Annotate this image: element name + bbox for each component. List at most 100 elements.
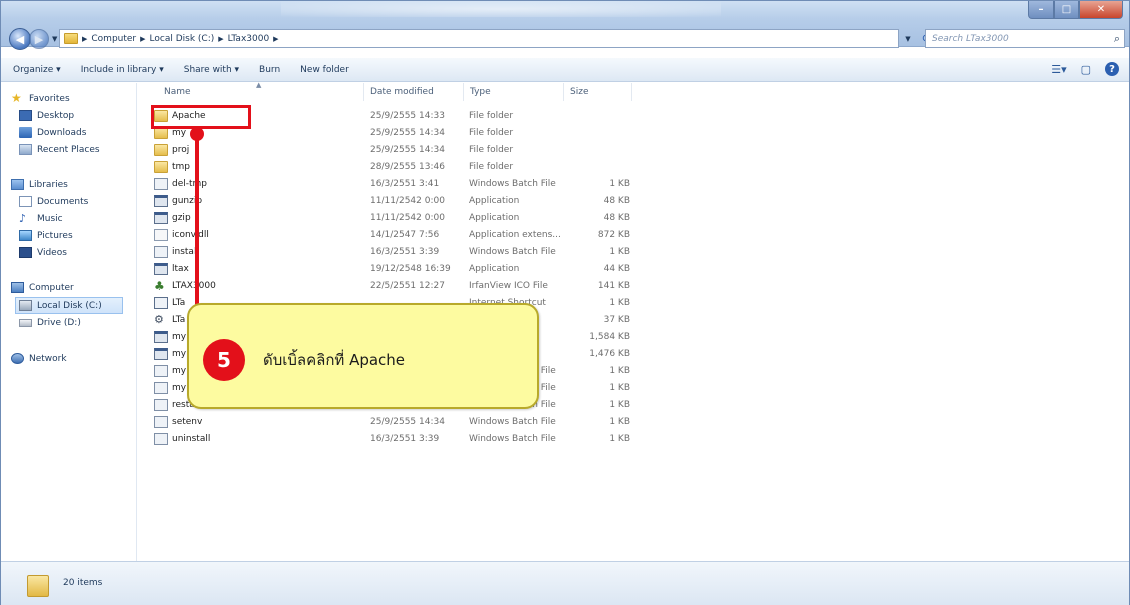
nav-label: Local Disk (C:) (37, 300, 102, 311)
nav-documents[interactable]: Documents (19, 196, 88, 207)
breadcrumb-separator-icon[interactable]: ▶ (218, 35, 223, 43)
file-name-cell[interactable]: gzip (154, 209, 191, 226)
status-bar: 20 items (1, 561, 1129, 605)
file-size-cell (568, 141, 630, 158)
nav-libraries[interactable]: Libraries (11, 179, 68, 190)
nav-network[interactable]: Network (11, 353, 67, 364)
file-size-cell: 1 KB (609, 416, 630, 427)
file-name-cell[interactable]: iconv.dll (154, 226, 209, 243)
column-header-type[interactable]: Type (464, 83, 564, 101)
column-header-name[interactable]: Name (158, 83, 364, 101)
file-size-cell (568, 158, 630, 175)
file-row[interactable]: setenv 25/9/2555 14:34 Windows Batch File 1… (138, 413, 638, 430)
breadcrumb-computer[interactable]: Computer (91, 34, 136, 44)
preview-pane-icon[interactable]: ▢ (1081, 63, 1091, 76)
batch-file-icon (154, 381, 168, 394)
breadcrumb-ltax3000[interactable]: LTax3000 (228, 34, 270, 44)
search-icon[interactable]: ⌕ (1114, 32, 1120, 46)
nav-music[interactable]: ♪ Music (19, 213, 63, 224)
file-type-cell: Windows Batch File (469, 416, 556, 427)
file-row[interactable]: install 16/3/2551 3:39 Windows Batch File 1… (138, 243, 638, 260)
maximize-button[interactable]: □ (1054, 1, 1079, 19)
file-name-cell[interactable]: ltax (154, 260, 189, 277)
file-row[interactable]: del-tmp 16/3/2551 3:41 Windows Batch File 1… (138, 175, 638, 192)
file-name: my (172, 348, 187, 359)
file-name-cell[interactable]: my (154, 362, 186, 379)
nav-label: Drive (D:) (37, 318, 81, 328)
address-bar[interactable]: ▶ Computer ▶ Local Disk (C:) ▶ LTax3000 … (59, 29, 899, 48)
file-date-cell: 19/12/2548 16:39 (370, 263, 451, 274)
file-row[interactable]: gzip 11/11/2542 0:00 Application 48 KB (138, 209, 638, 226)
file-date-cell: 28/9/2555 13:46 (370, 161, 445, 172)
nav-downloads[interactable]: Downloads (19, 127, 86, 138)
file-name-cell[interactable]: my (154, 379, 186, 396)
file-row[interactable]: proj 25/9/2555 14:34 File folder (138, 141, 638, 158)
breadcrumb-local-disk[interactable]: Local Disk (C:) (150, 34, 215, 44)
file-type-cell: Windows Batch File (469, 246, 556, 257)
breadcrumb-separator-icon[interactable]: ▶ (273, 35, 278, 43)
share-with-button[interactable]: Share with ▾ (184, 65, 239, 75)
change-view-icon[interactable]: ☰▾ (1051, 63, 1066, 76)
nav-computer[interactable]: Computer (11, 282, 74, 293)
file-name-cell[interactable]: setenv (154, 413, 202, 430)
nav-desktop[interactable]: Desktop (19, 110, 74, 121)
file-size-cell: 1 KB (609, 382, 630, 393)
file-name-cell[interactable]: ⚙ LTa (154, 311, 185, 328)
new-folder-button[interactable]: New folder (300, 65, 349, 75)
recent-pages-dropdown-icon[interactable]: ▼ (52, 35, 57, 43)
include-in-library-button[interactable]: Include in library ▾ (81, 65, 164, 75)
file-row[interactable]: tmp 28/9/2555 13:46 File folder (138, 158, 638, 175)
help-icon[interactable]: ? (1105, 62, 1119, 76)
minimize-button[interactable]: – (1028, 1, 1054, 19)
file-name-cell[interactable]: install (154, 243, 199, 260)
file-name: del-tmp (172, 178, 208, 189)
file-row[interactable]: uninstall 16/3/2551 3:39 Windows Batch Fil… (138, 430, 638, 447)
file-size-cell: 1 KB (609, 433, 630, 444)
file-size-cell: 1,476 KB (589, 348, 630, 359)
file-date-cell: 16/3/2551 3:39 (370, 246, 440, 257)
file-size-cell: 1 KB (609, 178, 630, 189)
forward-button[interactable]: ▶ (29, 29, 49, 49)
organize-button[interactable]: Organize ▾ (13, 65, 61, 75)
burn-button[interactable]: Burn (259, 65, 280, 75)
column-header-size[interactable]: Size (564, 83, 632, 101)
breadcrumb-separator-icon[interactable]: ▶ (82, 35, 87, 43)
file-name-cell[interactable]: my (154, 328, 186, 345)
file-row[interactable]: ♣ LTAX3000 22/5/2551 12:27 IrfanView ICO Fi… (138, 277, 638, 294)
nav-label: Favorites (29, 93, 70, 104)
file-row[interactable]: gunzip 11/11/2542 0:00 Application 48 KB (138, 192, 638, 209)
search-placeholder: Search LTax3000 (932, 33, 1009, 44)
breadcrumb-separator-icon[interactable]: ▶ (140, 35, 145, 43)
close-button[interactable]: ✕ (1079, 1, 1123, 19)
documents-icon (19, 196, 32, 207)
star-icon: ★ (11, 91, 22, 105)
file-name-cell[interactable]: ♣ LTAX3000 (154, 277, 216, 294)
desktop-icon (19, 110, 32, 121)
nav-drive-d[interactable]: Drive (D:) (19, 318, 81, 328)
file-row[interactable]: ltax 19/12/2548 16:39 Application 44 KB (138, 260, 638, 277)
back-button[interactable]: ◀ (9, 28, 31, 50)
dll-file-icon (154, 228, 168, 241)
column-header-date-modified[interactable]: Date modified (364, 83, 464, 101)
file-name-cell[interactable]: uninstall (154, 430, 210, 447)
nav-label: Pictures (37, 230, 73, 241)
file-size-cell: 1 KB (609, 246, 630, 257)
file-name-cell[interactable]: tmp (154, 158, 190, 175)
address-dropdown-icon[interactable]: ▼ (901, 29, 915, 48)
file-row[interactable]: iconv.dll 14/1/2547 7:56 Application exten… (138, 226, 638, 243)
application-icon (154, 347, 168, 360)
nav-pictures[interactable]: Pictures (19, 230, 73, 241)
nav-videos[interactable]: Videos (19, 247, 67, 258)
nav-local-disk[interactable]: Local Disk (C:) (15, 297, 123, 314)
file-name: my (172, 331, 187, 342)
search-input[interactable]: Search LTax3000 ⌕ (925, 29, 1125, 48)
network-icon (11, 353, 24, 364)
file-size-cell: 1 KB (609, 399, 630, 410)
file-name-cell[interactable]: my (154, 345, 186, 362)
file-name-cell[interactable]: proj (154, 141, 189, 158)
file-name-cell[interactable]: LTa (154, 294, 185, 311)
nav-recent-places[interactable]: Recent Places (19, 144, 100, 155)
file-name-cell[interactable]: del-tmp (154, 175, 207, 192)
application-icon (154, 211, 168, 224)
nav-favorites[interactable]: ★ Favorites (11, 91, 70, 105)
